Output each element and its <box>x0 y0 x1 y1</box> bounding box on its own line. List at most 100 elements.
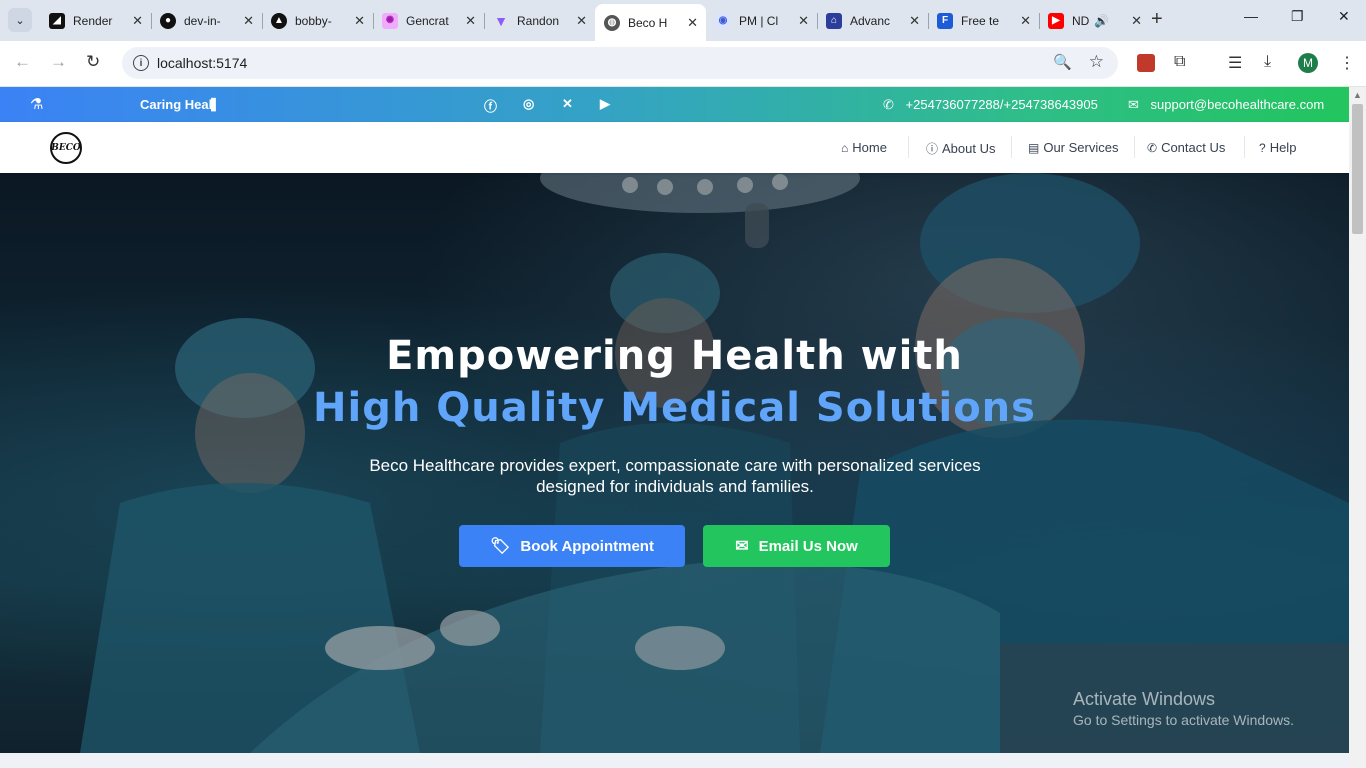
close-tab-icon[interactable]: ✕ <box>909 13 920 29</box>
browser-tab[interactable]: ▼ Randon ✕ <box>484 6 595 35</box>
nav-contact[interactable]: ✆ Contact Us <box>1147 140 1225 155</box>
flask-icon: ⚗ <box>30 96 44 113</box>
close-tab-icon[interactable]: ✕ <box>1131 13 1142 29</box>
email-us-label: Email Us Now <box>758 537 858 555</box>
scroll-up-icon[interactable]: ▲ <box>1353 90 1362 100</box>
browser-tab[interactable]: ● dev-in- ✕ <box>151 6 263 35</box>
watermark-subtitle: Go to Settings to activate Windows. <box>1073 712 1294 728</box>
browser-tab-strip: ⌄ ◢ Render ✕ ● dev-in- ✕ ▲ bobby- ✕ ✺ Ge… <box>0 0 1366 41</box>
youtube-icon[interactable]: ▶ <box>600 96 610 112</box>
browser-tab[interactable]: ◢ Render ✕ <box>40 6 152 35</box>
book-appointment-button[interactable]: 🏷 Book Appointment <box>459 525 685 567</box>
speaker-icon[interactable]: 🔊 <box>1094 14 1109 28</box>
vercel-favicon-icon: ▲ <box>271 12 287 29</box>
info-icon: ⓘ <box>926 142 939 156</box>
forward-icon[interactable]: → <box>50 52 67 72</box>
close-tab-icon[interactable]: ✕ <box>243 13 254 29</box>
x-icon[interactable]: ✕ <box>562 96 573 112</box>
close-window-icon[interactable]: ✕ <box>1338 8 1350 25</box>
bookmark-star-icon[interactable]: ☆ <box>1089 52 1104 72</box>
nav-label: Home <box>852 140 887 155</box>
hero-subtitle: Beco Healthcare provides expert, compass… <box>369 456 981 496</box>
hero-section: Empowering Health with High Quality Medi… <box>0 173 1349 753</box>
email-contact[interactable]: ✉ support@becohealthcare.com <box>1128 97 1324 113</box>
hero-title-highlight: High Quality Medical Solutions <box>313 385 1036 431</box>
advance-favicon-icon: ⌂ <box>826 12 842 29</box>
extensions-puzzle-icon[interactable]: ⧉ <box>1174 53 1185 71</box>
exclamation-icon: ❚ <box>208 96 219 111</box>
home-icon: ⌂ <box>841 140 849 155</box>
site-info-icon[interactable]: i <box>133 55 149 71</box>
tab-search-button[interactable]: ⌄ <box>8 8 32 32</box>
tag-icon: 🏷 <box>490 538 511 555</box>
nav-label: About Us <box>942 141 996 156</box>
email-address: support@becohealthcare.com <box>1150 97 1325 112</box>
forms-favicon-icon: F <box>937 12 953 29</box>
nav-services[interactable]: ▤ Our Services <box>1028 140 1118 155</box>
phone-icon: ✆ <box>883 97 894 112</box>
watermark-title: Activate Windows <box>1073 689 1216 709</box>
tab-title: dev-in- <box>184 13 221 28</box>
back-icon[interactable]: ← <box>14 52 31 72</box>
browser-tab[interactable]: ▶ ND 🔊 ✕ <box>1039 6 1150 35</box>
nav-label: Contact Us <box>1161 140 1226 155</box>
close-tab-icon[interactable]: ✕ <box>576 13 587 29</box>
page-bottom-strip <box>0 753 1349 768</box>
extension-icon[interactable] <box>1137 54 1155 72</box>
nav-help[interactable]: ? Help <box>1259 140 1296 155</box>
browser-tab[interactable]: ◉ PM | Cl ✕ <box>706 6 818 35</box>
zoom-icon[interactable]: 🔍 <box>1053 53 1072 71</box>
close-tab-icon[interactable]: ✕ <box>354 13 365 29</box>
browser-tab[interactable]: F Free te ✕ <box>928 6 1040 35</box>
url-text[interactable]: localhost:5174 <box>157 55 247 71</box>
close-tab-icon[interactable]: ✕ <box>465 13 476 29</box>
globe-favicon-icon: ◍ <box>604 14 620 31</box>
beco-logo[interactable]: BECO <box>50 132 82 164</box>
new-tab-button[interactable]: + <box>1151 8 1163 31</box>
browser-tab[interactable]: ✺ Gencrat ✕ <box>373 6 485 35</box>
restore-icon[interactable]: ❐ <box>1291 8 1304 25</box>
download-icon[interactable]: ⤓ <box>1264 53 1271 71</box>
tab-title: Render <box>73 13 113 28</box>
tab-title: Free te <box>961 13 1000 28</box>
facebook-icon[interactable]: ⓕ <box>484 96 497 115</box>
phone-number: +254736077288/+254738643905 <box>905 97 1098 112</box>
email-us-button[interactable]: ✉ Email Us Now <box>703 525 890 567</box>
close-tab-icon[interactable]: ✕ <box>1020 13 1031 29</box>
browser-tab[interactable]: ▲ bobby- ✕ <box>262 6 374 35</box>
reload-icon[interactable]: ↻ <box>86 52 100 72</box>
browser-toolbar: ← → ↻ i localhost:5174 🔍 ☆ ⧉ ☰ ⤓ ⋮ <box>0 41 1366 87</box>
book-icon: ▤ <box>1028 140 1040 155</box>
nav-about[interactable]: ⓘ About Us <box>926 140 996 157</box>
more-menu-icon[interactable]: ⋮ <box>1339 53 1355 73</box>
envelope-icon: ✉ <box>1128 97 1139 112</box>
browser-tab-active[interactable]: ◍ Beco H ✕ <box>595 4 706 41</box>
scrollbar-thumb[interactable] <box>1352 104 1363 234</box>
hero-title-line1: Empowering Health with <box>386 333 963 379</box>
question-icon: ? <box>1259 140 1266 155</box>
tab-title: bobby- <box>295 13 332 28</box>
tab-title: Advanc <box>850 13 891 28</box>
tab-title: Gencrat <box>406 13 449 28</box>
page-scrollbar[interactable]: ▲ <box>1349 87 1366 768</box>
web-page: ⚗ Caring Heal ❚ ⓕ ◎ ✕ ▶ ✆ +254736077288/… <box>0 87 1349 768</box>
profile-avatar[interactable]: M <box>1298 53 1318 73</box>
github-favicon-icon: ● <box>160 12 176 29</box>
render-favicon-icon: ◢ <box>49 12 65 29</box>
address-bar[interactable]: i localhost:5174 🔍 ☆ <box>122 47 1118 79</box>
close-tab-icon[interactable]: ✕ <box>798 13 809 29</box>
minimize-icon[interactable]: — <box>1244 8 1258 24</box>
nav-home[interactable]: ⌂ Home <box>841 140 887 155</box>
search-favicon-icon: ◉ <box>715 12 731 29</box>
browser-tab[interactable]: ⌂ Advanc ✕ <box>817 6 929 35</box>
top-info-bar: ⚗ Caring Heal ❚ ⓕ ◎ ✕ ▶ ✆ +254736077288/… <box>0 87 1349 122</box>
tab-title: Randon <box>517 13 560 28</box>
book-appointment-label: Book Appointment <box>520 537 654 555</box>
media-queue-icon[interactable]: ☰ <box>1228 53 1242 73</box>
close-tab-icon[interactable]: ✕ <box>132 13 143 29</box>
close-tab-icon[interactable]: ✕ <box>687 15 698 31</box>
phone-contact[interactable]: ✆ +254736077288/+254738643905 <box>883 97 1098 113</box>
tab-title: Beco H <box>628 15 668 30</box>
instagram-icon[interactable]: ◎ <box>523 96 534 112</box>
octopus-favicon-icon: ✺ <box>382 12 398 29</box>
